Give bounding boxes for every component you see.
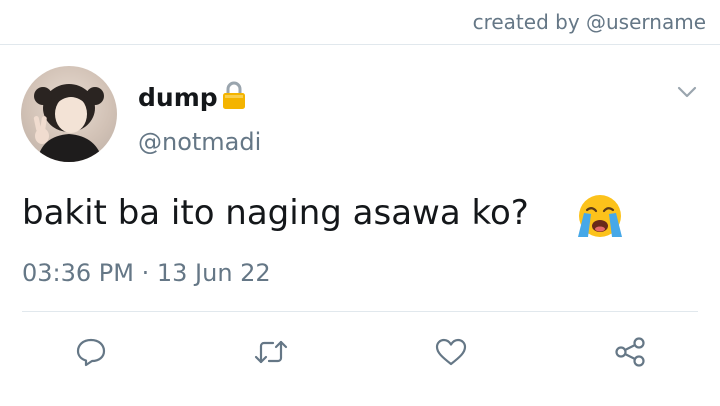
tweet-text: bakit ba ito naging asawa ko?	[22, 193, 529, 233]
display-name[interactable]: dump	[138, 83, 218, 112]
tweet-timestamp[interactable]: 03:36 PM · 13 Jun 22	[22, 259, 271, 287]
heart-icon	[434, 337, 468, 367]
user-handle[interactable]: @notmadi	[138, 128, 261, 156]
action-divider	[22, 311, 698, 312]
retweet-button[interactable]	[253, 334, 289, 370]
reply-button[interactable]	[73, 334, 109, 370]
like-button[interactable]	[433, 334, 469, 370]
loudly-crying-face-icon	[574, 191, 626, 245]
share-button[interactable]	[612, 334, 648, 370]
top-divider	[0, 44, 720, 45]
avatar[interactable]	[21, 66, 117, 162]
reply-icon	[75, 336, 107, 368]
share-icon	[613, 336, 647, 368]
watermark-credit: created by @username	[472, 10, 706, 34]
retweet-icon	[253, 337, 289, 367]
chevron-down-icon[interactable]	[676, 84, 698, 103]
lock-icon	[221, 80, 247, 114]
